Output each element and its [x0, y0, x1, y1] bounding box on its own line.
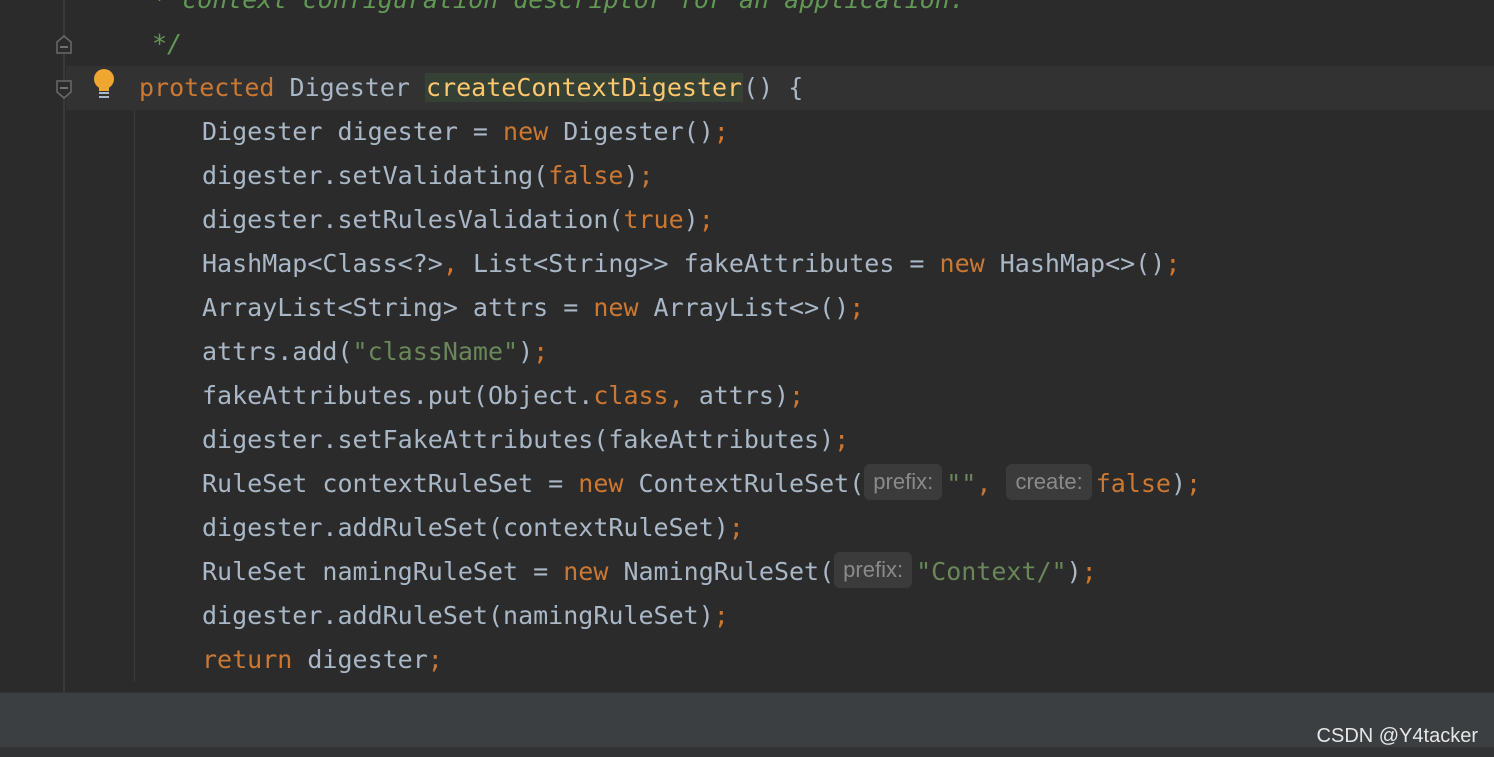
lightbulb-icon[interactable]	[90, 68, 118, 100]
new-keyword: new	[563, 557, 609, 586]
code-text: ArrayList<>()	[638, 293, 850, 322]
semicolon: ;	[1186, 469, 1202, 498]
method-signature-line[interactable]: protected Digester createContextDigester…	[139, 66, 803, 110]
bottom-panel: CSDN @Y4tacker	[0, 692, 1494, 757]
code-text: attrs)	[683, 381, 790, 410]
code-text: digester.addRuleSet(contextRuleSet)	[202, 513, 729, 542]
code-line-12[interactable]: digester.addRuleSet(namingRuleSet);	[202, 594, 729, 638]
code-text: Digester()	[548, 117, 714, 146]
code-text: )	[1170, 469, 1187, 498]
parameter-hint-create: create:	[1006, 464, 1092, 500]
code-text: digester.setFakeAttributes(fakeAttribute…	[202, 425, 835, 454]
code-text: ArrayList<String> attrs =	[202, 293, 594, 322]
code-text: RuleSet namingRuleSet =	[202, 557, 564, 586]
code-text: )	[623, 161, 639, 190]
code-text: digester.addRuleSet(namingRuleSet)	[202, 601, 714, 630]
modifier-keyword: protected	[139, 73, 275, 102]
code-line-13[interactable]: return digester;	[202, 638, 443, 682]
code-text: )	[683, 205, 699, 234]
code-line-11[interactable]: RuleSet namingRuleSet = new NamingRuleSe…	[202, 550, 1097, 594]
javadoc-end-line[interactable]: */	[152, 22, 182, 66]
code-line-9[interactable]: RuleSet contextRuleSet = new ContextRule…	[202, 462, 1201, 506]
string-literal: "Context/"	[916, 557, 1067, 586]
semicolon: ;	[1165, 249, 1181, 278]
semicolon: ;	[713, 601, 729, 630]
code-line-4[interactable]: HashMap<Class<?>, List<String>> fakeAttr…	[202, 242, 1180, 286]
semicolon: ;	[789, 381, 805, 410]
code-text: RuleSet contextRuleSet =	[202, 469, 579, 498]
new-keyword: new	[593, 293, 639, 322]
code-line-1[interactable]: Digester digester = new Digester();	[202, 110, 729, 154]
comment-end: */	[152, 29, 183, 58]
code-line-10[interactable]: digester.addRuleSet(contextRuleSet);	[202, 506, 744, 550]
string-literal: "className"	[352, 337, 519, 366]
code-text: Digester digester =	[202, 117, 504, 146]
method-params: () {	[743, 73, 804, 102]
code-line-3[interactable]: digester.setRulesValidation(true);	[202, 198, 714, 242]
parameter-hint-prefix: prefix:	[834, 552, 913, 588]
gutter-divider	[63, 0, 65, 692]
code-text: HashMap<Class<?>	[202, 249, 443, 278]
comment-text: * context configuration descriptor for a…	[152, 0, 965, 14]
comma: ,	[976, 469, 992, 498]
code-text: digester.setValidating(	[202, 161, 549, 190]
new-keyword: new	[939, 249, 985, 278]
string-literal: ""	[946, 469, 977, 498]
code-text: digester	[292, 645, 428, 674]
semicolon: ;	[1081, 557, 1097, 586]
new-keyword: new	[578, 469, 624, 498]
code-editor[interactable]: * context configuration descriptor for a…	[0, 0, 1494, 692]
parameter-hint-prefix: prefix:	[864, 464, 943, 500]
semicolon: ;	[698, 205, 714, 234]
semicolon: ;	[638, 161, 654, 190]
code-text: NamingRuleSet(	[608, 557, 835, 586]
javadoc-line[interactable]: * context configuration descriptor for a…	[152, 0, 965, 22]
code-text: )	[518, 337, 534, 366]
code-line-6[interactable]: attrs.add("className");	[202, 330, 548, 374]
semicolon: ;	[427, 645, 443, 674]
code-text: attrs.add(	[202, 337, 353, 366]
code-line-2[interactable]: digester.setValidating(false);	[202, 154, 654, 198]
code-line-5[interactable]: ArrayList<String> attrs = new ArrayList<…	[202, 286, 864, 330]
method-name: createContextDigester	[425, 73, 744, 102]
code-text: digester.setRulesValidation(	[202, 205, 624, 234]
indent-guide	[134, 110, 135, 682]
boolean-literal: true	[623, 205, 684, 234]
code-text: fakeAttributes.put(Object.	[202, 381, 594, 410]
semicolon: ;	[728, 513, 744, 542]
semicolon: ;	[713, 117, 729, 146]
code-line-8[interactable]: digester.setFakeAttributes(fakeAttribute…	[202, 418, 849, 462]
semicolon: ;	[834, 425, 850, 454]
watermark: CSDN @Y4tacker	[1316, 725, 1478, 747]
code-text: List<String>> fakeAttributes =	[457, 249, 940, 278]
comma: ,	[442, 249, 458, 278]
semicolon: ;	[533, 337, 549, 366]
boolean-literal: false	[1095, 469, 1171, 498]
fold-start-icon[interactable]	[55, 80, 73, 100]
fold-end-icon[interactable]	[55, 34, 73, 54]
code-line-7[interactable]: fakeAttributes.put(Object.class, attrs);	[202, 374, 804, 418]
return-type: Digester	[289, 73, 410, 102]
class-keyword: class,	[593, 381, 684, 410]
code-text: ContextRuleSet(	[623, 469, 865, 498]
return-keyword: return	[202, 645, 293, 674]
semicolon: ;	[849, 293, 865, 322]
code-text: HashMap<>()	[984, 249, 1166, 278]
code-text: )	[1066, 557, 1082, 586]
new-keyword: new	[503, 117, 549, 146]
boolean-literal: false	[548, 161, 624, 190]
